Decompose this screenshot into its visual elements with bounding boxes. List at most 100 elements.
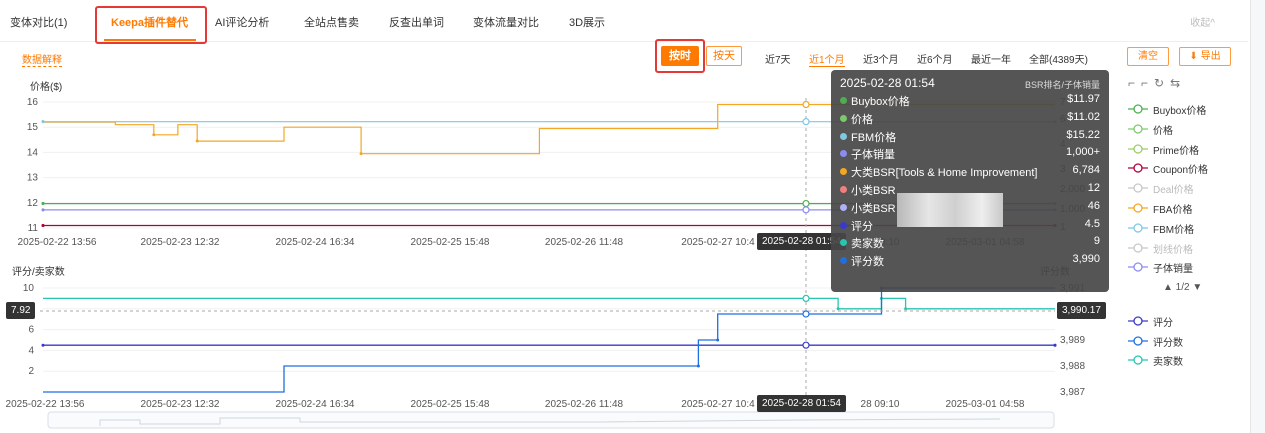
legend-swatch: [1128, 104, 1148, 114]
tooltip-label: 小类BSR: [851, 185, 896, 197]
tooltip-value: 3,990: [1072, 253, 1100, 266]
data-point: [41, 343, 45, 347]
y-tick-label: 10: [23, 283, 35, 294]
legend-label: 划线价格: [1153, 244, 1193, 256]
y2-tick-label: 3,988: [1060, 361, 1085, 372]
hover-point: [802, 100, 810, 109]
x-tick-label: 2025-02-25 15:48: [411, 237, 490, 248]
crop-icon[interactable]: ⌐: [1128, 76, 1141, 90]
legend-swatch: [1128, 316, 1148, 326]
legend-dot: [840, 203, 847, 211]
hover-point: [802, 199, 810, 208]
data-point: [1053, 343, 1057, 347]
tooltip-right-title: BSR排名/子体销量: [1024, 80, 1100, 90]
hover-point: [802, 341, 810, 349]
x-tick-label: 2025-02-23 12:32: [141, 399, 220, 410]
tooltip-label: 子体销量: [851, 149, 895, 162]
y-tick-label: 4: [28, 345, 34, 356]
y-readout-left: 7.92: [6, 302, 36, 319]
tooltip-label: 价格: [851, 113, 873, 126]
legend-dot: [840, 114, 847, 122]
legend-label: Buybox价格: [1153, 106, 1207, 117]
y-tick-label: 15: [27, 122, 39, 133]
data-point: [359, 152, 363, 156]
legend-swatch: [1128, 143, 1148, 154]
data-point: [836, 307, 840, 311]
legend-swatch: [1128, 355, 1148, 365]
tooltip-value: 46: [1087, 199, 1100, 212]
legend-dot: [840, 239, 847, 247]
data-point: [696, 364, 700, 368]
chart-tools[interactable]: ⌐⌐↻⇆: [1128, 76, 1186, 90]
download-icon: ⬇: [1189, 51, 1198, 62]
data-point: [716, 338, 720, 342]
tooltip-value: 4.5: [1084, 217, 1100, 230]
legend-label: Coupon价格: [1153, 165, 1209, 177]
legend-dot: [840, 257, 847, 265]
tooltip-value: $11.02: [1067, 110, 1100, 123]
swap-icon[interactable]: ⇆: [1170, 76, 1186, 90]
x-tick-label: 2025-02-24 16:34: [276, 237, 355, 248]
x-tick-label: 2025-02-24 16:34: [276, 399, 355, 410]
crop-reset-icon[interactable]: ⌐: [1141, 76, 1154, 90]
legend-label: 价格: [1153, 125, 1173, 137]
x-tick-label: 2025-02-26 11:48: [545, 399, 624, 410]
data-point: [41, 202, 45, 206]
export-label: 导出: [1200, 51, 1221, 62]
data-point: [41, 120, 45, 124]
tooltip-label: Buybox价格: [851, 96, 910, 108]
chart-tooltip: 2025-02-28 01:54 BSR排名/子体销量 Buybox价格 $11.…: [831, 70, 1109, 292]
y2-tick-label: 3,989: [1060, 335, 1085, 346]
collapse-button[interactable]: 收起^: [1190, 14, 1215, 29]
y-tick-label: 11: [28, 223, 39, 234]
legend-pager[interactable]: ▲ 1/2 ▼: [1163, 282, 1202, 293]
legend-swatch: [1128, 163, 1148, 174]
x-tick-label: 2025-02-25 15:48: [411, 399, 490, 410]
x-tick-label: 2025-03-01 04:58: [946, 399, 1025, 410]
range-slider: [47, 411, 1055, 429]
legend-label: FBA价格: [1153, 205, 1193, 216]
y-tick-label: 6: [28, 325, 34, 336]
data-point: [41, 208, 45, 212]
legend-label: 评分数: [1153, 337, 1183, 349]
crosshair-time-bottom: 2025-02-28 01:54: [757, 395, 846, 412]
legend-swatch: [1128, 183, 1148, 193]
y-tick-label: 13: [27, 173, 39, 184]
legend-dot: [840, 132, 847, 140]
legend-swatch: [1128, 335, 1148, 346]
x-tick-label: 2025-02-27 10:4: [681, 237, 755, 248]
data-point: [152, 133, 156, 137]
y-readout-right: 3,990.17: [1057, 302, 1106, 319]
tooltip-value: $11.97: [1067, 93, 1100, 105]
tooltip-value: $15.22: [1066, 128, 1100, 141]
legend-label: Prime价格: [1153, 145, 1200, 157]
refresh-icon[interactable]: ↻: [1154, 76, 1170, 90]
tooltip-value: 6,784: [1072, 164, 1100, 177]
legend-dot: [840, 186, 847, 193]
legend-label: 子体销量: [1153, 264, 1193, 276]
clear-button[interactable]: 清空: [1127, 47, 1169, 66]
legend-dot: [840, 97, 847, 104]
legend-swatch: [1128, 262, 1148, 273]
tooltip-row: 价格 $11.02: [840, 110, 1100, 127]
tooltip-label: 大类BSR[Tools & Home Improvement]: [851, 167, 1038, 180]
tooltip-row: FBM价格 $15.22: [840, 128, 1100, 145]
blurred-region: [897, 193, 1003, 227]
tooltip-value: 1,000+: [1066, 146, 1100, 159]
tooltip-row: 评分数 3,990: [840, 252, 1100, 269]
export-button[interactable]: ⬇ 导出: [1179, 47, 1231, 66]
data-point: [41, 223, 45, 227]
legend-dot: [840, 150, 847, 158]
x-tick-label: 2025-02-22 13:56: [18, 237, 97, 248]
tooltip-time: 2025-02-28 01:54: [840, 76, 935, 90]
y-axis-title-bottom: 评分/卖家数: [12, 265, 65, 278]
page-scrollbar[interactable]: [1250, 0, 1265, 433]
legend-swatch: [1128, 203, 1148, 213]
tooltip-label: 小类BSR: [851, 202, 896, 215]
x-tick-label: 28 09:10: [861, 399, 900, 410]
x-tick-label: 2025-02-27 10:4: [681, 399, 755, 410]
tooltip-label: 评分: [851, 220, 873, 233]
series-line: [43, 287, 1055, 393]
legend-label: 卖家数: [1153, 357, 1183, 368]
y2-tick-label: 3,987: [1060, 387, 1085, 398]
